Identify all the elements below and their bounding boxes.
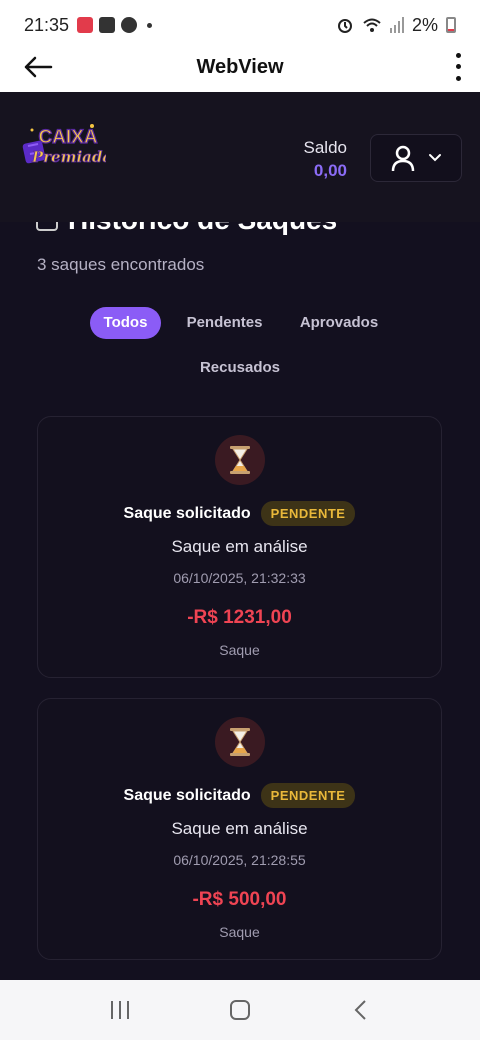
app-bar: WebView [0,42,480,92]
notification-icons [77,17,153,33]
status-right: 2% [336,15,456,36]
alarm-icon [337,19,352,33]
filter-tab-todos[interactable]: Todos [90,307,161,339]
card-subtitle: Saque em análise [171,819,308,838]
app-title: WebView [196,55,284,78]
balance-label: Saldo [303,138,347,157]
withdrawal-card[interactable]: Saque solicitado PENDENTE Saque em análi… [37,416,442,678]
status-badge: PENDENTE [260,783,356,808]
signal-icon [389,17,404,33]
card-title: Saque solicitado [123,504,251,522]
hourglass-icon [230,728,250,756]
hourglass-icon [230,446,250,474]
app-notification-icon [77,17,94,33]
more-notifications-dot-icon [147,22,153,28]
withdrawal-card[interactable]: Saque solicitado PENDENTE Saque em análi… [37,698,442,960]
card-type: Saque [219,924,260,940]
home-button[interactable] [220,990,260,1030]
card-datetime: 06/10/2025, 21:28:55 [173,852,306,868]
recent-apps-button[interactable] [100,990,140,1030]
wifi-icon [363,18,381,32]
more-options-button[interactable] [452,50,464,84]
chat-icon [121,17,138,33]
status-badge: PENDENTE [260,501,356,526]
user-icon [391,145,415,172]
logo-text-top: CAIXA [38,127,97,148]
back-button[interactable] [20,52,56,82]
webview-content: CAIXA Premiada Saldo 0,00 Histórico de S… [0,92,480,980]
recent-apps-icon [111,1001,129,1019]
status-time: 21:35 [24,14,70,35]
pending-status-icon [215,435,265,485]
system-navigation-bar [0,980,480,1040]
filter-tab-recusados[interactable]: Recusados [190,352,290,384]
card-subtitle: Saque em análise [171,537,308,556]
home-icon [230,1000,250,1020]
site-header: CAIXA Premiada Saldo 0,00 [0,92,480,222]
card-amount: -R$ 500,00 [192,889,287,910]
card-amount: -R$ 1231,00 [187,607,292,628]
card-header-row: Saque solicitado PENDENTE [38,783,441,808]
caixa-premiada-logo[interactable]: CAIXA Premiada [22,116,106,182]
balance-value: 0,00 [313,161,347,180]
arrow-left-icon [24,56,53,78]
battery-percent: 2% [411,14,438,35]
card-header-row: Saque solicitado PENDENTE [38,501,441,526]
filter-tab-pendentes[interactable]: Pendentes [177,307,272,339]
chevron-left-icon [354,1000,366,1020]
more-vert-icon [455,53,461,59]
filter-tab-aprovados[interactable]: Aprovados [290,307,388,339]
gallery-icon [99,17,116,33]
results-count: 3 saques encontrados [37,255,205,274]
card-datetime: 06/10/2025, 21:32:33 [173,570,306,586]
card-type: Saque [219,642,260,658]
balance-display: Saldo 0,00 [304,138,347,181]
battery-icon [446,17,456,33]
user-menu-button[interactable] [370,134,462,182]
chevron-down-icon [429,154,441,162]
logo-text-bottom: Premiada [31,148,106,166]
pending-status-icon [215,717,265,767]
card-title: Saque solicitado [123,786,251,804]
system-back-button[interactable] [340,990,380,1030]
